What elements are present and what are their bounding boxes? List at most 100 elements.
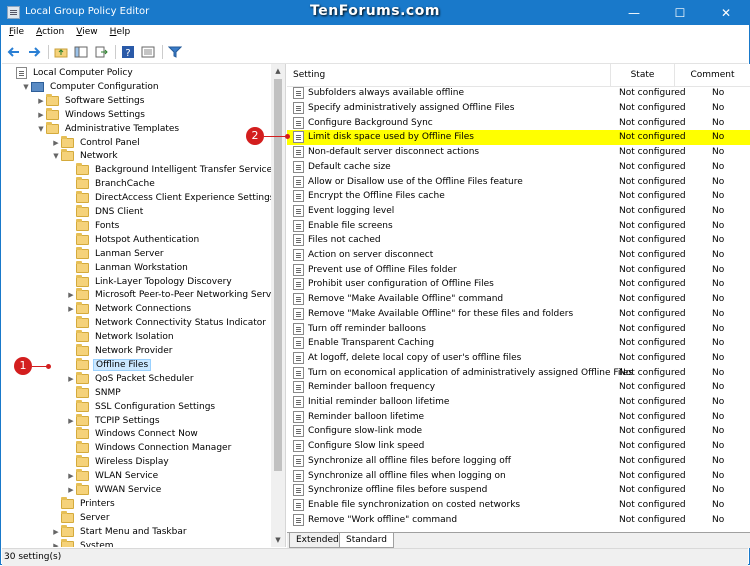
show-hide-tree-icon[interactable] bbox=[72, 43, 90, 61]
tree-pane[interactable]: Local Computer Policy ▼ Computer Configura… bbox=[2, 64, 286, 547]
tree-item[interactable]: ▶ Microsoft Peer-to-Peer Networking Servi… bbox=[66, 288, 285, 302]
filter-icon[interactable] bbox=[166, 43, 184, 61]
tree-item[interactable]: ▶ QoS Packet Scheduler bbox=[66, 371, 196, 386]
tab-standard[interactable]: Standard bbox=[339, 533, 394, 548]
menu-view[interactable]: View bbox=[69, 25, 102, 41]
tree-item[interactable]: Link-Layer Topology Discovery bbox=[66, 274, 234, 289]
list-row[interactable]: Action on server disconnect Not configure… bbox=[287, 248, 750, 263]
expand-icon[interactable]: ▶ bbox=[51, 542, 61, 547]
list-row[interactable]: Reminder balloon lifetime Not configured N… bbox=[287, 409, 750, 424]
tree-item[interactable]: ▶ WLAN Service bbox=[66, 469, 160, 483]
collapse-icon[interactable]: ▼ bbox=[51, 152, 61, 160]
expand-icon[interactable]: ▶ bbox=[51, 528, 61, 536]
tree-item[interactable]: ▶ System bbox=[51, 538, 116, 547]
tree-item[interactable]: DNS Client bbox=[66, 205, 145, 219]
tree-item[interactable]: DirectAccess Client Experience Settings bbox=[66, 191, 277, 205]
list-row[interactable]: Initial reminder balloon lifetime Not con… bbox=[287, 395, 750, 410]
list-row[interactable]: Remove "Work offline" command Not configu… bbox=[287, 512, 750, 527]
column-header-comment[interactable]: Comment bbox=[675, 64, 750, 86]
tree-item[interactable]: Network Isolation bbox=[66, 330, 176, 344]
expand-icon[interactable]: ▶ bbox=[66, 375, 76, 383]
menu-help[interactable]: Help bbox=[103, 25, 136, 41]
list-row[interactable]: Turn off reminder balloons Not configured… bbox=[287, 321, 750, 336]
expand-icon[interactable]: ▶ bbox=[66, 486, 76, 494]
expand-icon[interactable]: ▶ bbox=[66, 305, 76, 313]
tree-item[interactable]: Windows Connect Now bbox=[66, 427, 200, 441]
export-list-icon[interactable] bbox=[92, 43, 110, 61]
list-row[interactable]: Event logging level Not configured No bbox=[287, 204, 750, 219]
tree-item[interactable]: ▶ Software Settings bbox=[36, 93, 146, 108]
list-row[interactable]: Synchronize offline files before suspend… bbox=[287, 483, 750, 498]
tree-item[interactable]: Windows Connection Manager bbox=[66, 441, 233, 455]
tree-item[interactable]: SNMP bbox=[66, 385, 123, 400]
list-row[interactable]: Remove "Make Available Offline" command N… bbox=[287, 292, 750, 307]
list-row[interactable]: Subfolders always available offline Not c… bbox=[287, 86, 750, 101]
tree-item[interactable]: Background Intelligent Transfer Service … bbox=[66, 163, 285, 177]
expand-icon[interactable]: ▶ bbox=[66, 291, 76, 299]
expand-icon[interactable]: ▶ bbox=[66, 472, 76, 480]
tree-item[interactable]: ▼ Network bbox=[51, 149, 120, 163]
tree-item[interactable]: Network Provider bbox=[66, 344, 175, 358]
list-row[interactable]: Remove "Make Available Offline" for thes… bbox=[287, 307, 750, 322]
tree-item[interactable]: ▶ WWAN Service bbox=[66, 483, 163, 497]
tree-item[interactable]: Lanman Server bbox=[66, 246, 166, 261]
list-row[interactable]: Specify administratively assigned Offlin… bbox=[287, 101, 750, 116]
expand-icon[interactable]: ▶ bbox=[66, 417, 76, 425]
list-row[interactable]: Default cache size Not configured No bbox=[287, 160, 750, 175]
tree-item[interactable]: Printers bbox=[51, 496, 117, 511]
properties-icon[interactable] bbox=[139, 43, 157, 61]
list-row[interactable]: Synchronize all offline files when loggi… bbox=[287, 468, 750, 483]
list-row[interactable]: Configure Background Sync Not configured N… bbox=[287, 115, 750, 130]
minimize-button[interactable]: — bbox=[611, 1, 657, 25]
back-arrow-icon[interactable] bbox=[5, 43, 23, 61]
tree-item[interactable]: Fonts bbox=[66, 218, 121, 233]
column-header-setting[interactable]: Setting bbox=[287, 64, 611, 86]
tree-item[interactable]: Wireless Display bbox=[66, 455, 171, 469]
list-row[interactable]: Enable Transparent Caching Not configured… bbox=[287, 336, 750, 351]
expand-icon[interactable]: ▶ bbox=[51, 139, 61, 147]
tree-item[interactable]: Network Connectivity Status Indicator bbox=[66, 316, 268, 330]
expand-icon[interactable]: ▶ bbox=[36, 97, 46, 105]
close-button[interactable]: ✕ bbox=[703, 1, 749, 25]
list-row[interactable]: Encrypt the Offline Files cache Not confi… bbox=[287, 189, 750, 204]
list-row[interactable]: Limit disk space used by Offline Files No… bbox=[287, 130, 750, 145]
tree-item[interactable]: ▶ Control Panel bbox=[51, 135, 142, 150]
expand-icon[interactable]: ▶ bbox=[36, 111, 46, 119]
tree-item[interactable]: ▼ Administrative Templates bbox=[36, 121, 181, 136]
list-row[interactable]: At logoff, delete local copy of user's o… bbox=[287, 351, 750, 366]
list-row[interactable]: Reminder balloon frequency Not configured… bbox=[287, 380, 750, 395]
list-row[interactable]: Turn on economical application of admini… bbox=[287, 365, 750, 380]
up-folder-icon[interactable] bbox=[52, 43, 70, 61]
list-row[interactable]: Enable file screens Not configured No bbox=[287, 218, 750, 233]
scroll-down-icon[interactable]: ▼ bbox=[271, 533, 285, 547]
help-icon[interactable]: ? bbox=[119, 43, 137, 61]
tree-item[interactable]: Hotspot Authentication bbox=[66, 232, 201, 247]
tree-item[interactable]: Server bbox=[51, 510, 112, 525]
list-row[interactable]: Synchronize all offline files before log… bbox=[287, 454, 750, 469]
collapse-icon[interactable]: ▼ bbox=[21, 83, 31, 91]
settings-list[interactable]: Setting State Comment Subfolders always … bbox=[287, 64, 750, 532]
list-row[interactable]: Allow or Disallow use of the Offline Fil… bbox=[287, 174, 750, 189]
tab-extended[interactable]: Extended bbox=[289, 533, 346, 548]
tree-item[interactable]: ▶ Start Menu and Taskbar bbox=[51, 524, 189, 539]
list-row[interactable]: Enable file synchronization on costed ne… bbox=[287, 498, 750, 513]
list-row[interactable]: Configure Slow link speed Not configured N… bbox=[287, 439, 750, 454]
title-bar[interactable]: Local Group Policy Editor TenForums.com … bbox=[1, 1, 749, 25]
tree-item[interactable]: Local Computer Policy bbox=[6, 66, 135, 80]
collapse-icon[interactable]: ▼ bbox=[36, 125, 46, 133]
list-row[interactable]: Files not cached Not configured No bbox=[287, 233, 750, 248]
list-row[interactable]: Configure slow-link mode Not configured No bbox=[287, 424, 750, 439]
tree-item[interactable]: SSL Configuration Settings bbox=[66, 399, 217, 414]
tree-item[interactable]: BranchCache bbox=[66, 177, 157, 191]
tree-item[interactable]: ▶ Windows Settings bbox=[36, 107, 147, 122]
tree-item[interactable]: Lanman Workstation bbox=[66, 260, 190, 275]
tree-item[interactable]: ▼ Computer Configuration bbox=[21, 80, 161, 94]
list-row[interactable]: Non-default server disconnect actions Not… bbox=[287, 145, 750, 160]
tree-item[interactable]: ▶ TCPIP Settings bbox=[66, 413, 162, 428]
maximize-button[interactable]: ☐ bbox=[657, 1, 703, 25]
tree-item[interactable]: Offline Files bbox=[66, 357, 152, 372]
menu-action[interactable]: Action bbox=[29, 25, 69, 41]
column-header-state[interactable]: State bbox=[611, 64, 675, 86]
scroll-up-icon[interactable]: ▲ bbox=[271, 64, 285, 78]
list-row[interactable]: Prohibit user configuration of Offline F… bbox=[287, 277, 750, 292]
